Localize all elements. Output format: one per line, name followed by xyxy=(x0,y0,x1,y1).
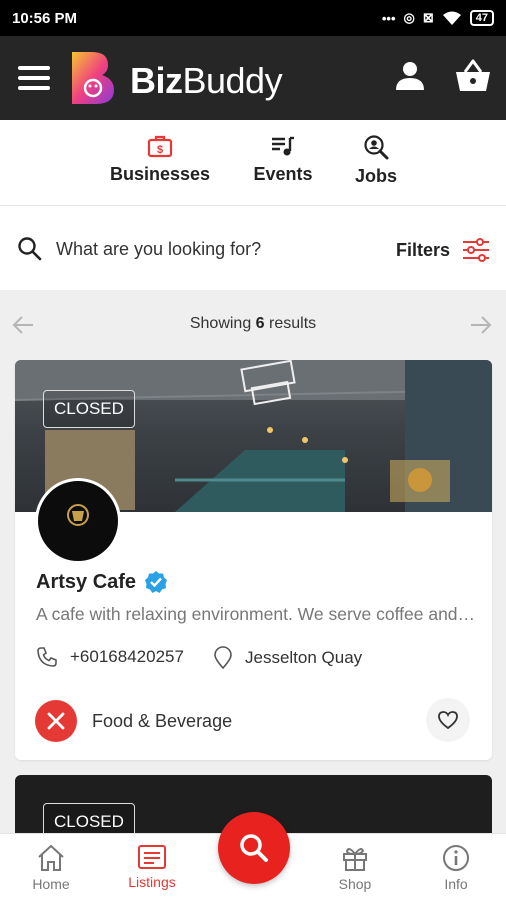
bizbuddy-logo-icon xyxy=(72,52,114,104)
nav-label: Listings xyxy=(128,874,176,890)
search-icon xyxy=(240,834,268,862)
listing-title: Artsy Cafe xyxy=(36,570,168,594)
nav-label: Shop xyxy=(338,876,372,892)
briefcase-dollar-icon: $ xyxy=(147,135,173,158)
tab-jobs[interactable]: Jobs xyxy=(350,134,402,187)
info-icon xyxy=(443,845,469,871)
battery-icon: 47 xyxy=(469,10,494,26)
status-icons: ••• ◎ ⊠ 47 xyxy=(382,10,494,26)
verified-badge-icon xyxy=(145,571,168,593)
status-badge: CLOSED xyxy=(43,390,135,428)
nav-shop[interactable]: Shop xyxy=(315,844,395,892)
fork-knife-icon xyxy=(47,712,65,730)
avatar xyxy=(35,478,121,564)
favorite-button[interactable] xyxy=(426,698,470,742)
heart-icon xyxy=(438,711,458,730)
music-list-icon xyxy=(272,136,294,156)
status-bar: 10:56 PM ••• ◎ ⊠ 47 xyxy=(0,0,506,36)
home-icon xyxy=(38,844,64,871)
category-label: Food & Beverage xyxy=(92,711,233,731)
filters-label: Filters xyxy=(396,239,451,260)
search-fab-button[interactable] xyxy=(218,812,290,884)
brand-name: BizBuddy xyxy=(130,60,283,101)
listing-name: Artsy Cafe xyxy=(36,570,137,593)
results-count: Showing 6 results xyxy=(189,315,317,332)
nav-home[interactable]: Home xyxy=(11,844,91,892)
search-input[interactable] xyxy=(56,236,366,262)
tab-events[interactable]: Events xyxy=(250,134,316,185)
tab-label: Jobs xyxy=(354,166,397,186)
menu-button[interactable] xyxy=(18,66,50,90)
search-bar: Filters xyxy=(0,206,506,290)
results-row: Showing 6 results xyxy=(0,304,506,344)
phone-icon xyxy=(37,647,57,667)
nav-info[interactable]: Info xyxy=(416,844,496,892)
listing-description: A cafe with relaxing environment. We ser… xyxy=(36,604,476,624)
listings-icon xyxy=(138,845,166,869)
arrow-right-icon[interactable] xyxy=(469,314,493,336)
svg-text:$: $ xyxy=(157,144,163,156)
search-icon xyxy=(18,237,42,261)
sim-icon: ⊠ xyxy=(422,10,434,25)
category-tabs: $ Businesses Events Jobs xyxy=(0,120,506,206)
tab-label: Businesses xyxy=(109,164,211,184)
nav-label: Home xyxy=(32,876,70,892)
app-bar: BizBuddy xyxy=(0,36,506,120)
filters-button[interactable]: Filters xyxy=(396,238,490,262)
phone-number: +60168420257 xyxy=(70,647,184,666)
wifi-icon xyxy=(442,11,461,25)
status-time: 10:56 PM xyxy=(12,9,78,27)
location-name: Jesselton Quay xyxy=(245,648,363,667)
user-icon[interactable] xyxy=(394,60,426,92)
nav-listings[interactable]: Listings xyxy=(112,844,192,890)
location-pin-icon xyxy=(214,646,232,670)
nav-label: Info xyxy=(444,876,468,892)
more-notifications-icon: ••• xyxy=(381,10,396,26)
tab-businesses[interactable]: $ Businesses xyxy=(108,134,212,185)
search-user-icon xyxy=(364,135,389,160)
location-contact[interactable]: Jesselton Quay xyxy=(213,646,362,670)
notification-icon: ◎ xyxy=(403,10,415,25)
tab-label: Events xyxy=(253,164,313,184)
phone-contact[interactable]: +60168420257 xyxy=(36,646,184,668)
gift-icon xyxy=(343,848,367,871)
listing-card[interactable]: CLOSED Artsy Cafe A cafe with relaxing e… xyxy=(15,360,492,760)
basket-icon[interactable] xyxy=(454,58,492,94)
sliders-icon xyxy=(463,238,490,262)
category-icon-badge xyxy=(35,700,77,742)
